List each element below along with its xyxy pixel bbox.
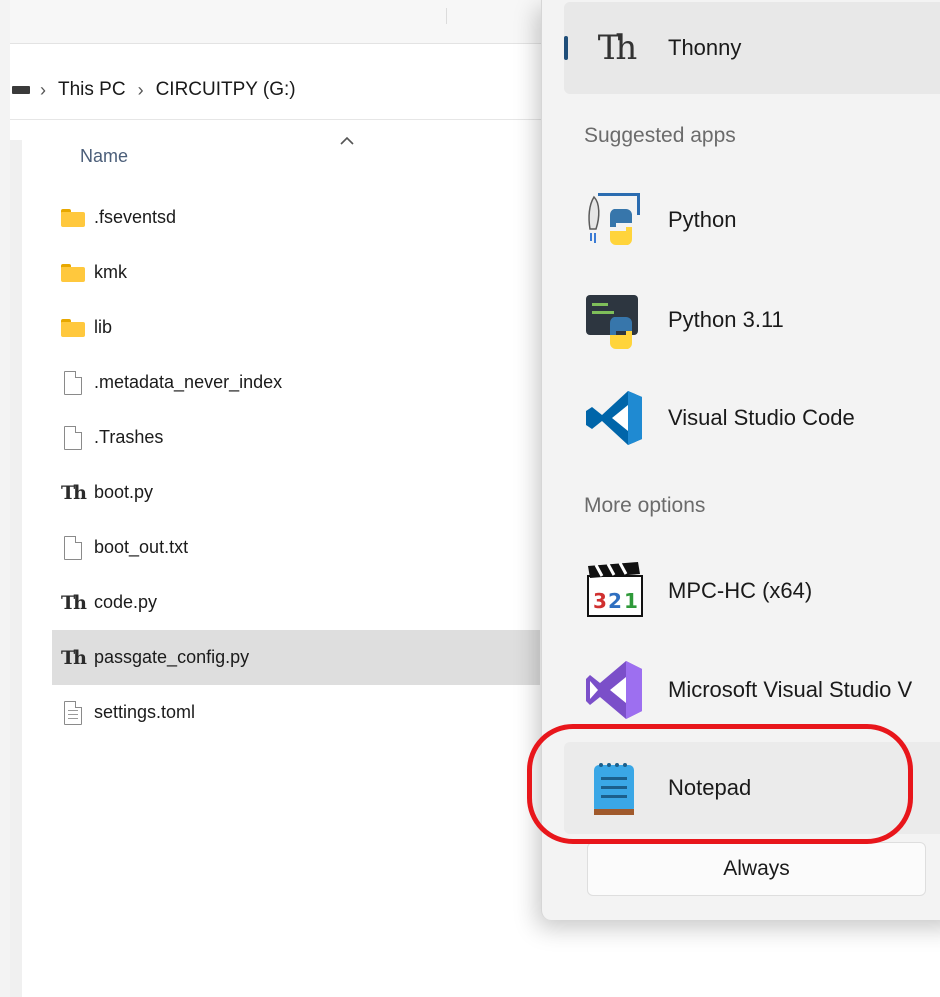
mpc-hc-icon: 3 2 1 [584, 560, 646, 622]
file-name: settings.toml [94, 702, 196, 722]
list-item[interactable]: .Trashes [52, 410, 540, 465]
thonny-file-icon: Th [61, 591, 87, 614]
file-name: boot.py [94, 482, 154, 502]
list-item[interactable]: settings.toml [52, 685, 540, 740]
window-edge [0, 0, 10, 997]
breadcrumb-circuitpy-drive[interactable]: CIRCUITPY (G:) [156, 79, 296, 101]
toolbar-divider [446, 8, 447, 24]
address-bar[interactable]: › This PC › CIRCUITPY (G:) [10, 62, 570, 118]
visual-studio-icon [584, 659, 646, 721]
python-icon [584, 189, 646, 251]
list-item[interactable]: Th boot.py [52, 465, 540, 520]
app-option-visual-studio-code[interactable]: Visual Studio Code [564, 372, 940, 464]
folder-icon [60, 205, 86, 231]
file-name: code.py [94, 592, 158, 612]
file-name: passgate_config.py [94, 647, 250, 667]
drive-icon [12, 86, 30, 94]
app-option-python[interactable]: Python [564, 174, 940, 266]
app-option-notepad[interactable]: Notepad [564, 742, 940, 834]
file-name: .Trashes [94, 427, 164, 447]
toolbar-strip [10, 0, 570, 44]
always-button[interactable]: Always [587, 842, 926, 896]
column-header-name[interactable]: Name [80, 146, 128, 167]
app-label: Python 3.11 [668, 307, 784, 332]
list-item[interactable]: kmk [52, 245, 540, 300]
screen: › This PC › CIRCUITPY (G:) Name .fsevent… [0, 0, 940, 997]
python-311-icon [584, 289, 646, 351]
text-file-icon [60, 700, 86, 726]
vscode-icon [584, 387, 646, 449]
breadcrumb-separator-icon: › [40, 79, 46, 100]
list-item[interactable]: .metadata_never_index [52, 355, 540, 410]
sort-ascending-chevron-icon[interactable] [338, 134, 356, 148]
file-icon [60, 535, 86, 561]
app-option-microsoft-visual-studio[interactable]: Microsoft Visual Studio V [564, 644, 940, 736]
file-icon [60, 425, 86, 451]
app-label: MPC-HC (x64) [668, 578, 813, 603]
navigation-pane-edge [10, 140, 22, 997]
file-name: kmk [94, 262, 127, 282]
app-label: Thonny [668, 35, 742, 60]
folder-icon [60, 260, 86, 286]
breadcrumb-separator-icon: › [137, 79, 144, 100]
file-name: boot_out.txt [94, 537, 189, 557]
app-option-mpc-hc[interactable]: 3 2 1 MPC-HC (x64) [564, 545, 940, 637]
list-item-selected[interactable]: Th passgate_config.py [52, 630, 540, 685]
svg-text:2: 2 [608, 589, 622, 613]
thonny-file-icon: Th [61, 481, 87, 504]
selection-indicator [564, 36, 568, 60]
app-option-thonny[interactable]: Th Thonny [564, 2, 940, 94]
list-item[interactable]: .fseventsd [52, 190, 540, 245]
file-name: .fseventsd [94, 207, 177, 227]
app-option-python-311[interactable]: Python 3.11 [564, 274, 940, 366]
app-label: Microsoft Visual Studio V [668, 677, 913, 702]
app-label: Python [668, 207, 737, 232]
section-label-more-options: More options [584, 494, 706, 517]
svg-text:3: 3 [593, 589, 607, 613]
svg-text:1: 1 [624, 589, 638, 613]
file-name: .metadata_never_index [94, 372, 283, 392]
thonny-file-icon: Th [61, 646, 87, 669]
notepad-icon [584, 757, 646, 819]
thonny-icon: Th [597, 28, 638, 68]
breadcrumb-this-pc[interactable]: This PC [58, 79, 126, 101]
list-item[interactable]: boot_out.txt [52, 520, 540, 575]
app-label: Notepad [668, 775, 752, 800]
file-name: lib [94, 317, 113, 337]
folder-icon [60, 315, 86, 341]
section-label-suggested-apps: Suggested apps [584, 124, 736, 147]
app-label: Visual Studio Code [668, 405, 855, 430]
list-item[interactable]: Th code.py [52, 575, 540, 630]
file-icon [60, 370, 86, 396]
divider [10, 119, 570, 120]
list-item[interactable]: lib [52, 300, 540, 355]
file-list: .fseventsd kmk lib .metadata_never_index… [52, 190, 540, 740]
